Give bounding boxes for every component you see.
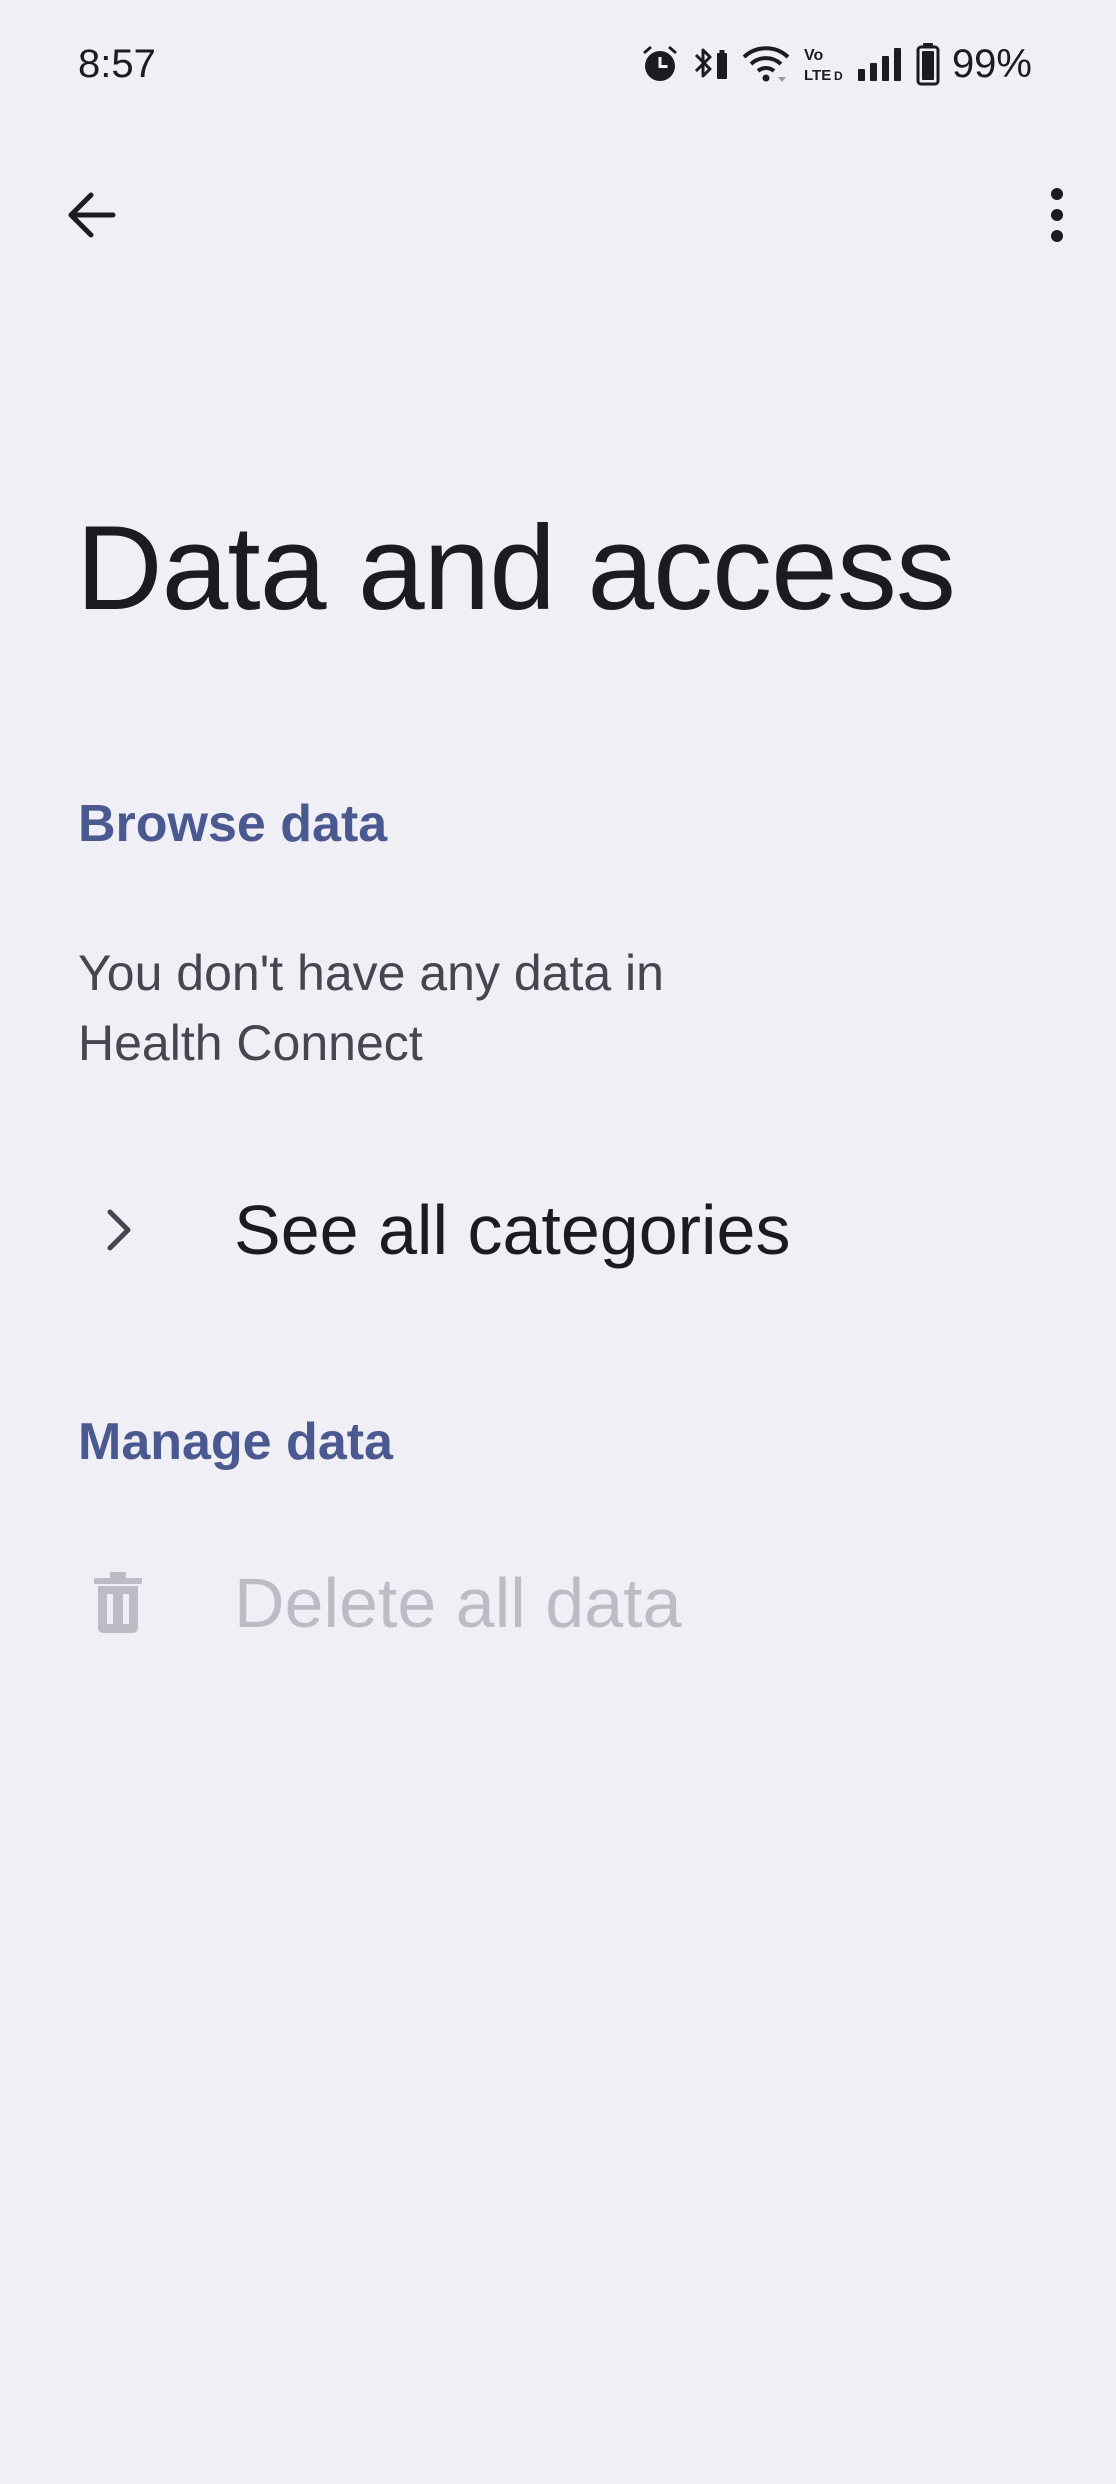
svg-text:Vo: Vo (804, 47, 823, 64)
status-icons: Vo LTE D 99% (640, 38, 1032, 90)
signal-icon (857, 48, 901, 81)
back-button[interactable] (46, 170, 136, 260)
battery-percent: 99% (951, 42, 1032, 86)
volte-icon: Vo LTE D (804, 47, 843, 84)
see-all-categories-item[interactable]: See all categories (0, 1155, 1116, 1305)
arrow-back-icon (68, 192, 116, 238)
battery-icon (916, 43, 940, 86)
chevron-right-icon (78, 1190, 158, 1270)
browse-data-header: Browse data (78, 795, 388, 853)
alarm-icon (642, 46, 677, 81)
top-app-bar (0, 170, 1116, 260)
svg-text:LTE: LTE (804, 67, 831, 84)
more-options-button[interactable] (1012, 170, 1102, 260)
status-time: 8:57 (78, 42, 156, 86)
more-vert-icon (1051, 188, 1063, 242)
delete-all-data-item[interactable]: Delete all data (0, 1528, 1116, 1678)
bluetooth-battery-icon (694, 48, 727, 79)
wifi-icon (742, 46, 790, 82)
page-title: Data and access (76, 501, 956, 635)
trash-icon (78, 1563, 158, 1643)
manage-data-header: Manage data (78, 1413, 393, 1471)
svg-text:D: D (834, 69, 843, 83)
empty-data-message: You don't have any data in Health Connec… (78, 945, 664, 1071)
delete-all-data-label: Delete all data (234, 1564, 682, 1642)
see-all-categories-label: See all categories (234, 1191, 791, 1269)
status-bar: 8:57 Vo LTE D 99% (0, 0, 1116, 130)
